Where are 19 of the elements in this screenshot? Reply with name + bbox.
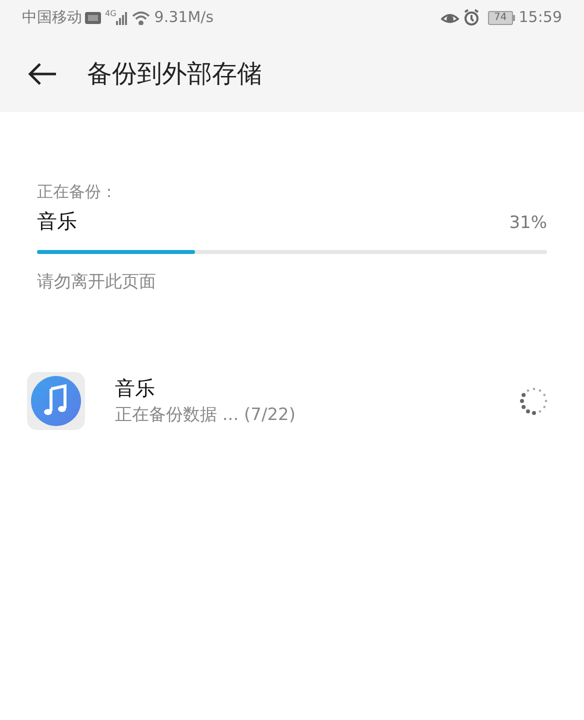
network-speed: 9.31M/s	[154, 7, 214, 28]
progress-percent: 31%	[509, 212, 547, 234]
battery-icon: 74	[488, 10, 515, 24]
backup-caption: 正在备份：	[37, 181, 118, 203]
wifi-icon	[132, 10, 150, 24]
clock: 15:59	[518, 7, 562, 28]
item-name: 音乐	[115, 374, 156, 402]
carrier-name: 中国移动	[22, 7, 82, 28]
item-status: 正在备份数据 ... (7/22)	[115, 404, 296, 427]
loading-spinner-icon	[519, 386, 549, 416]
hd-icon	[85, 12, 101, 24]
backup-item-name: 音乐	[37, 208, 77, 235]
back-arrow-icon	[27, 62, 57, 86]
music-app-icon	[27, 372, 85, 430]
network-type: 4G	[105, 8, 116, 20]
alarm-icon	[463, 9, 480, 26]
page-title: 备份到外部存储	[87, 58, 262, 90]
warning-text: 请勿离开此页面	[37, 271, 157, 294]
signal-icon	[116, 10, 128, 24]
